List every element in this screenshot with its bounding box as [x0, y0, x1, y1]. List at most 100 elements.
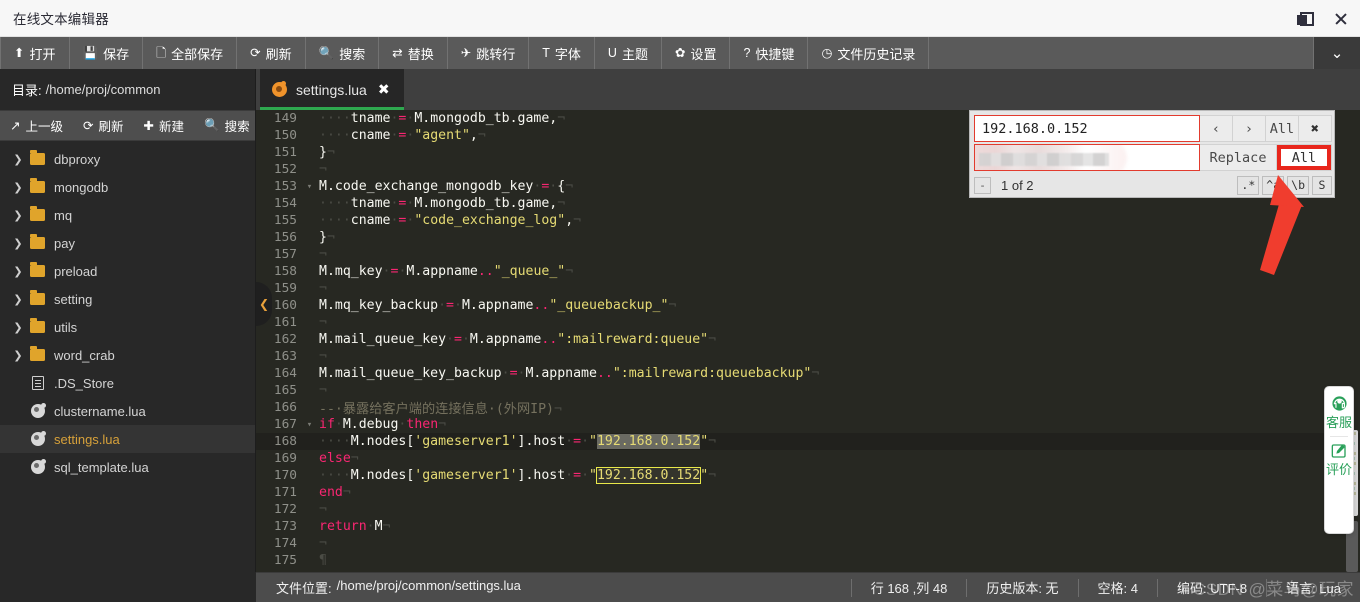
- tree-item-word_crab[interactable]: ❯ word_crab: [0, 341, 255, 369]
- toolbar-button-font[interactable]: T 字体: [529, 37, 595, 69]
- code-line[interactable]: 170 ····M.nodes['gameserver1'].host·=·"19…: [256, 467, 1360, 484]
- replace-all-button[interactable]: All: [1277, 145, 1331, 170]
- code-line[interactable]: 158 M.mq_key·=·M.appname.."_queue_"¬: [256, 263, 1360, 280]
- tree-item-settings.lua[interactable]: ❯settings.lua: [0, 425, 255, 453]
- sidebar-action-new[interactable]: ✚ 新建: [134, 116, 195, 135]
- tab-settings-lua[interactable]: settings.lua ✖: [260, 69, 404, 110]
- tree-item-preload[interactable]: ❯ preload: [0, 257, 255, 285]
- find-next-button[interactable]: ›: [1233, 116, 1266, 141]
- rate-label[interactable]: 评价: [1326, 462, 1352, 477]
- code-line[interactable]: 163 ¬: [256, 348, 1360, 365]
- toolbar-button-search[interactable]: 🔍 搜索: [306, 37, 380, 69]
- code-token: ·: [501, 366, 510, 381]
- search-flag-button[interactable]: .*: [1237, 175, 1260, 195]
- code-token: ·: [438, 298, 447, 313]
- toolbar-button-replace[interactable]: ⇄ 替换: [379, 37, 448, 69]
- tree-item-.DS_Store[interactable]: ❯.DS_Store: [0, 369, 255, 397]
- chevron-right-icon[interactable]: ❯: [10, 293, 26, 306]
- sidebar-action-up-level[interactable]: ↗ 上一级: [0, 116, 73, 135]
- find-input[interactable]: 192.168.0.152: [974, 115, 1200, 142]
- code-token: =: [573, 468, 582, 483]
- tree-item-clustername.lua[interactable]: ❯clustername.lua: [0, 397, 255, 425]
- code-line[interactable]: 172 ¬: [256, 501, 1360, 518]
- chevron-down-icon: ⌄: [1330, 45, 1344, 62]
- toolbar-button-hotkey[interactable]: ? 快捷键: [730, 37, 809, 69]
- code-line[interactable]: 169 else¬: [256, 450, 1360, 467]
- chevron-right-icon[interactable]: ❯: [10, 181, 26, 194]
- sidebar-footer: [0, 572, 256, 602]
- line-number: 168: [273, 434, 297, 449]
- restore-window-button[interactable]: [1284, 0, 1322, 37]
- chevron-right-icon[interactable]: ❯: [10, 349, 26, 362]
- code-line[interactable]: 156}¬: [256, 229, 1360, 246]
- code-line[interactable]: 160 M.mq_key_backup·=·M.appname.."_queueb…: [256, 297, 1360, 314]
- tree-item-utils[interactable]: ❯ utils: [0, 313, 255, 341]
- code-token: ¬: [557, 196, 566, 211]
- search-flag-button[interactable]: S: [1312, 175, 1332, 195]
- toolbar-button-theme[interactable]: U 主题: [595, 37, 662, 69]
- tree-item-setting[interactable]: ❯ setting: [0, 285, 255, 313]
- code-token: ¬: [438, 417, 447, 432]
- chevron-right-icon[interactable]: ❯: [10, 265, 26, 278]
- fold-toggle-icon[interactable]: ▾: [304, 182, 315, 192]
- search-match-highlight: 192.168.0.152: [595, 467, 702, 484]
- search-flag-button[interactable]: ^a: [1262, 175, 1285, 195]
- toolbar-expand-button[interactable]: ⌄: [1314, 37, 1360, 69]
- toolbar-button-upload[interactable]: ⬆ 打开: [0, 37, 70, 69]
- code-line[interactable]: 155 ····cname·=·"code_exchange_log",¬: [256, 212, 1360, 229]
- search-icon: 🔍: [204, 118, 220, 132]
- collapse-search-button[interactable]: -: [974, 176, 991, 194]
- search-flag-button[interactable]: \b: [1287, 175, 1309, 195]
- close-tab-icon[interactable]: ✖: [378, 81, 390, 98]
- search-icon: 🔍: [318, 45, 335, 60]
- tree-item-mongodb[interactable]: ❯ mongodb: [0, 173, 255, 201]
- sidebar-action-search[interactable]: 🔍 搜索: [194, 116, 260, 135]
- chevron-right-icon[interactable]: ❯: [10, 237, 26, 250]
- toolbar-button-save-all[interactable]: 🗋 全部保存: [143, 37, 238, 69]
- chevron-right-icon[interactable]: ❯: [10, 209, 26, 222]
- code-line[interactable]: 173 return·M¬: [256, 518, 1360, 535]
- line-number: 164: [273, 366, 297, 381]
- find-prev-button[interactable]: ‹: [1200, 116, 1233, 141]
- code-line[interactable]: 164 M.mail_queue_key_backup·=·M.appname..…: [256, 365, 1360, 382]
- toolbar-button-goto-line[interactable]: ✈ 跳转行: [448, 37, 530, 69]
- code-line[interactable]: 175 ¶: [256, 552, 1360, 569]
- code-token: ": [589, 434, 597, 449]
- chevron-right-icon[interactable]: ❯: [10, 153, 26, 166]
- code-line[interactable]: 157 ¬: [256, 246, 1360, 263]
- tree-item-mq[interactable]: ❯ mq: [0, 201, 255, 229]
- tree-item-dbproxy[interactable]: ❯ dbproxy: [0, 145, 255, 173]
- replace-input[interactable]: [974, 144, 1200, 171]
- close-window-button[interactable]: [1322, 0, 1360, 37]
- replace-button[interactable]: Replace: [1200, 145, 1277, 170]
- service-label[interactable]: 客服: [1326, 415, 1352, 430]
- file-tree: ❯ dbproxy ❯ mongodb ❯ mq ❯ pay ❯ preload ❯ setting ❯…: [0, 141, 255, 481]
- tree-item-sql_template.lua[interactable]: ❯sql_template.lua: [0, 453, 255, 481]
- toolbar-button-history[interactable]: ◷ 文件历史记录: [808, 37, 930, 69]
- chevron-right-icon[interactable]: ❯: [10, 321, 26, 334]
- toolbar-spacer: [929, 37, 1314, 69]
- find-all-button[interactable]: All: [1266, 116, 1299, 141]
- code-line[interactable]: 168 ····M.nodes['gameserver1'].host·=·"19…: [256, 433, 1360, 450]
- settings-icon: ✿: [674, 45, 686, 60]
- fold-toggle-icon[interactable]: ▾: [304, 420, 315, 430]
- toolbar-button-settings[interactable]: ✿ 设置: [662, 37, 731, 69]
- code-line[interactable]: 162 M.mail_queue_key·=·M.appname..":mailr…: [256, 331, 1360, 348]
- toolbar-button-refresh[interactable]: ⟳ 刷新: [237, 37, 306, 69]
- code-token: M.appname: [461, 298, 534, 313]
- code-line[interactable]: 159 ¬: [256, 280, 1360, 297]
- sidebar-action-refresh[interactable]: ⟳ 刷新: [73, 116, 134, 135]
- code-line[interactable]: 165 ¬: [256, 382, 1360, 399]
- code-line[interactable]: 166 --·暴露给客户端的连接信息·(外网IP)¬: [256, 399, 1360, 417]
- code-token: ¬: [319, 349, 327, 364]
- code-token: ·: [565, 434, 574, 449]
- code-line[interactable]: 171 end¬: [256, 484, 1360, 501]
- code-line[interactable]: 174 ¬: [256, 535, 1360, 552]
- toolbar-button-save[interactable]: 💾 保存: [70, 37, 144, 69]
- close-search-button[interactable]: ✖: [1299, 116, 1331, 141]
- tree-item-pay[interactable]: ❯ pay: [0, 229, 255, 257]
- search-status-row: - 1 of 2 .* ^a \b S: [974, 175, 1332, 195]
- line-number: 166: [273, 400, 297, 415]
- code-line[interactable]: 167 ▾ if·M.debug·then¬: [256, 416, 1360, 433]
- code-line[interactable]: 161 ¬: [256, 314, 1360, 331]
